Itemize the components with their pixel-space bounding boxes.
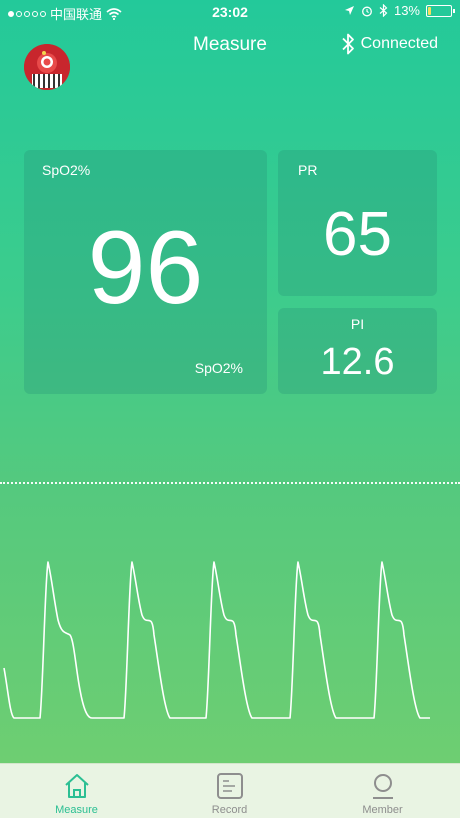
home-icon <box>64 774 89 798</box>
avatar[interactable] <box>24 44 70 90</box>
tab-record[interactable]: Record <box>153 764 306 818</box>
spo2-label-bottom: SpO2% <box>194 360 243 376</box>
tab-member[interactable]: Member <box>306 764 459 818</box>
tab-bar: Measure Record Member <box>0 763 460 818</box>
tab-member-label: Member <box>362 804 403 816</box>
dotted-divider <box>0 482 460 484</box>
bluetooth-status-icon <box>379 4 388 17</box>
spo2-value: 96 <box>87 210 204 326</box>
member-icon <box>372 774 393 799</box>
pr-card: PR 65 <box>278 150 437 296</box>
connection-status[interactable]: Connected <box>341 32 438 56</box>
alarm-icon <box>362 6 372 16</box>
spo2-label-top: SpO2% <box>42 162 91 178</box>
battery-icon <box>426 4 455 17</box>
location-icon <box>344 6 354 15</box>
pleth-waveform <box>3 561 430 719</box>
tab-measure-label: Measure <box>55 804 98 816</box>
pr-label: PR <box>298 162 318 178</box>
spo2-card: SpO2% 96 SpO2% <box>24 150 267 394</box>
pr-value: 65 <box>323 200 392 269</box>
pi-label: PI <box>350 316 365 332</box>
bluetooth-icon <box>341 33 354 55</box>
pi-value: 12.6 <box>320 341 395 383</box>
connection-label: Connected <box>360 35 438 52</box>
battery-percent: 13% <box>393 3 420 18</box>
tab-measure[interactable]: Measure <box>0 764 153 818</box>
tab-record-label: Record <box>211 804 248 816</box>
header: Measure Connected <box>0 28 460 64</box>
pi-card: PI 12.6 <box>278 308 437 394</box>
record-icon <box>216 773 243 799</box>
status-bar: 中国联通 23:02 13% <box>0 0 460 24</box>
